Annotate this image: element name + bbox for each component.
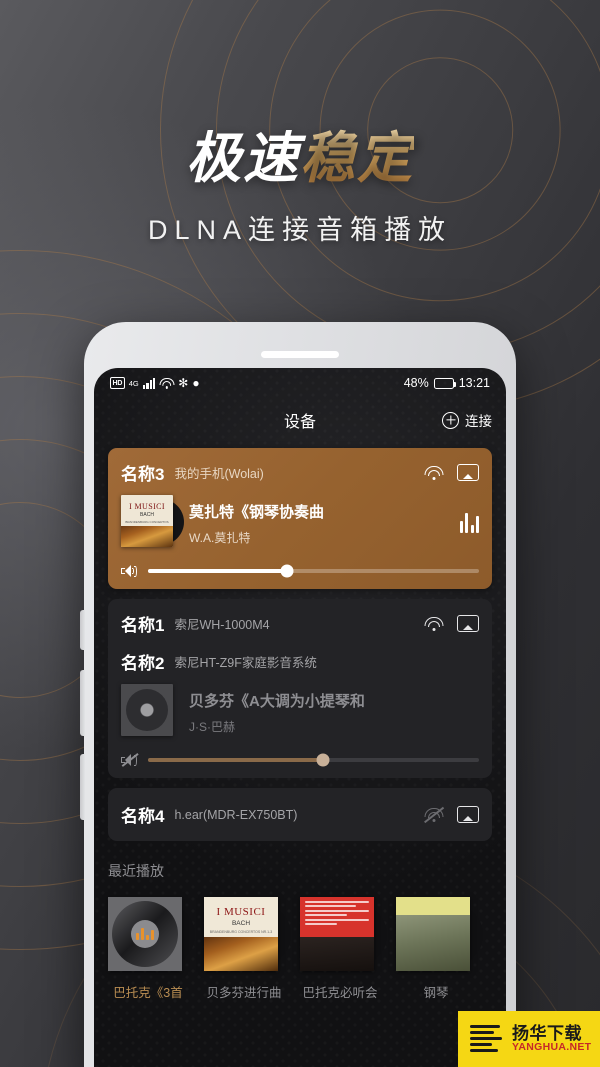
clock-label: 13:21 [458, 376, 490, 390]
network-type-label: 4G [128, 378, 139, 388]
device-card-group[interactable]: 名称1 索尼WH-1000M4 名称2 索尼HT-Z9F家庭影音系统 贝多芬《A… [108, 599, 492, 778]
phone-mockup: HD 4G ✻ ● 48% 13:21 设备 连接 名称3 我的手机(Wolai… [80, 322, 516, 1067]
device-model: h.ear(MDR-EX750BT) [174, 807, 298, 822]
device-model: 我的手机(Wolai) [174, 467, 264, 481]
hero-title-white: 极速 [185, 127, 300, 189]
recently-played-list: 巴托克《3首 I MUSICI BACH BRANDENBURG CONCERTO… [108, 897, 492, 1001]
recently-played-title: 最近播放 [108, 863, 164, 879]
phone-side-button-mute [80, 610, 85, 650]
list-item[interactable]: 巴托克《3首 [108, 897, 195, 1001]
speaker-muted-icon[interactable] [121, 753, 139, 767]
status-bar-right: 48% 13:21 [404, 376, 490, 390]
watermark-cn-label: 扬华下载 [512, 1023, 582, 1043]
device-header-row: 名称4 h.ear(MDR-EX750BT) [121, 802, 479, 827]
list-item[interactable]: 巴托克必听会 [300, 897, 387, 1001]
page-title: 极速稳定 [185, 127, 415, 190]
battery-percent-label: 48% [403, 376, 429, 390]
cast-icon[interactable] [457, 615, 479, 632]
device-icons [424, 615, 479, 632]
wifi-icon[interactable] [424, 465, 443, 480]
now-playing-row[interactable]: I MUSICI BACH BRANDENBURG CONCERTOS 莫扎特《… [121, 495, 479, 551]
device-card-offline[interactable]: 名称4 h.ear(MDR-EX750BT) [108, 788, 492, 841]
connect-button-label: 连接 [465, 414, 492, 429]
device-icons [424, 464, 479, 481]
speaker-on-icon[interactable] [121, 564, 137, 578]
list-item[interactable]: I MUSICI BACH BRANDENBURG CONCERTOS NR.1-… [204, 897, 291, 1001]
phone-screen: HD 4G ✻ ● 48% 13:21 设备 连接 名称3 我的手机(Wolai… [94, 368, 506, 1067]
hero-section: 极速稳定 DLNA连接音箱播放 [0, 127, 600, 247]
track-artist: W.A.莫扎特 [189, 530, 251, 545]
album-label: 贝多芬进行曲 [206, 986, 282, 1000]
bluetooth-icon: ✻ [178, 376, 189, 390]
album-label: 钢琴 [423, 986, 449, 1000]
watermark-text: 扬华下载 YANGHUA.NET [512, 1023, 592, 1054]
album-label: 巴托克必听会 [302, 986, 378, 1000]
hero-title-gold: 稳定 [300, 127, 415, 189]
track-meta: 贝多芬《A大调为小提琴和 J·S·巴赫 [189, 690, 479, 735]
volume-row[interactable] [121, 753, 479, 767]
device-name: 名称2 [121, 654, 165, 673]
album-cover [300, 897, 387, 973]
status-bar-left: HD 4G ✻ ● [110, 377, 200, 389]
device-header-row: 名称1 索尼WH-1000M4 [121, 611, 479, 636]
now-playing-row[interactable]: 贝多芬《A大调为小提琴和 J·S·巴赫 [121, 684, 479, 740]
track-title: 莫扎特《钢琴协奏曲 [189, 503, 325, 521]
watermark: 扬华下载 YANGHUA.NET [458, 1011, 600, 1067]
device-card-active[interactable]: 名称3 我的手机(Wolai) I MUSICI BACH BRANDENBUR… [108, 448, 492, 589]
wifi-off-icon[interactable] [424, 806, 444, 823]
status-bar: HD 4G ✻ ● 48% 13:21 [94, 368, 506, 398]
volume-slider[interactable] [148, 753, 479, 767]
album-art [121, 684, 177, 740]
album-cover [396, 897, 483, 973]
cast-icon[interactable] [457, 806, 479, 823]
device-model: 索尼HT-Z9F家庭影音系统 [174, 656, 317, 670]
album-cover [108, 897, 195, 973]
hero-subtitle: DLNA连接音箱播放 [147, 214, 453, 245]
volume-slider[interactable] [148, 564, 479, 578]
plus-circle-icon [442, 411, 459, 429]
track-artist: J·S·巴赫 [189, 719, 235, 734]
cast-icon[interactable] [457, 464, 479, 481]
signal-bars-icon [142, 377, 156, 389]
watermark-en-label: YANGHUA.NET [512, 1041, 592, 1054]
watermark-logo-icon [466, 1019, 506, 1059]
album-cover: I MUSICI BACH BRANDENBURG CONCERTOS NR.1-… [204, 897, 291, 973]
device-icons [424, 806, 479, 823]
phone-side-button-volume-up [80, 670, 85, 736]
device-name: 名称3 [121, 465, 165, 484]
phone-earpiece [261, 351, 339, 358]
battery-icon [433, 377, 457, 389]
album-label: 巴托克《3首 [113, 986, 183, 1000]
device-header-row-secondary: 名称2 索尼HT-Z9F家庭影音系统 [121, 649, 479, 674]
track-title: 贝多芬《A大调为小提琴和 [189, 692, 365, 710]
message-bubble-icon: ● [192, 376, 200, 390]
recently-played-section: 最近播放 巴托克《3首 I MUSICI BACH BRANDENBURG CON… [94, 841, 506, 1001]
wifi-icon[interactable] [424, 616, 443, 631]
track-meta: 莫扎特《钢琴协奏曲 W.A.莫扎特 [189, 501, 448, 546]
equalizer-icon [459, 513, 479, 533]
app-header: 设备 连接 [94, 398, 506, 442]
device-header-row: 名称3 我的手机(Wolai) [121, 460, 479, 485]
device-list: 名称3 我的手机(Wolai) I MUSICI BACH BRANDENBUR… [94, 442, 506, 841]
album-art: I MUSICI BACH BRANDENBURG CONCERTOS [121, 495, 184, 551]
device-model: 索尼WH-1000M4 [174, 618, 270, 632]
volume-row[interactable] [121, 564, 479, 578]
device-name: 名称4 [121, 807, 165, 826]
list-item[interactable]: 钢琴 [396, 897, 483, 1001]
phone-side-button-volume-down [80, 754, 85, 820]
hd-icon: HD [110, 377, 125, 389]
wifi-icon [159, 377, 175, 389]
connect-button[interactable]: 连接 [442, 410, 492, 430]
device-name: 名称1 [121, 616, 165, 635]
